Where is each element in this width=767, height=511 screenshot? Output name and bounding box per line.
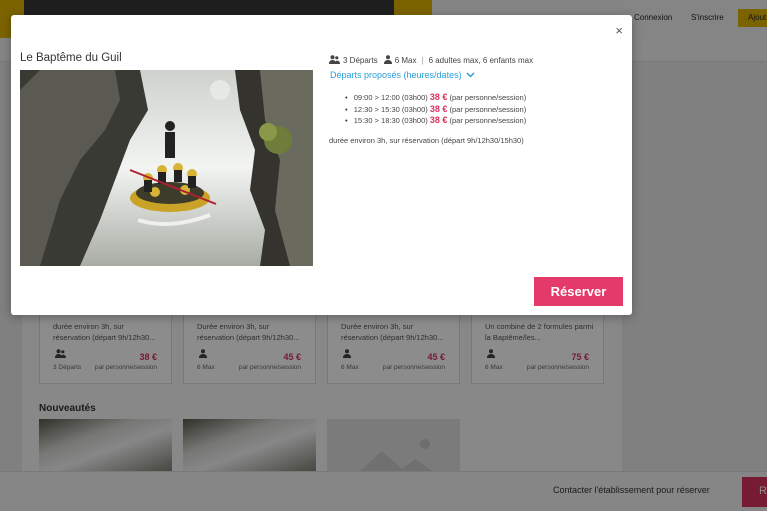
departs-dropdown-toggle[interactable]: Départs proposés (heures/dates) xyxy=(330,70,475,80)
departure-slot[interactable]: 12:30 > 15:30 (03h00) 38 € (par personne… xyxy=(345,104,526,116)
slot-price: 38 € xyxy=(429,115,448,125)
slot-price-unit: (par personne/session) xyxy=(449,116,527,125)
departure-slot[interactable]: 15:30 > 18:30 (03h00) 38 € (par personne… xyxy=(345,115,526,127)
activity-info-row: 3 Départs 6 Max | 6 adultes max, 6 enfan… xyxy=(329,55,533,66)
slot-time: 09:00 > 12:00 (03h00) xyxy=(353,93,428,102)
departs-count: 3 Départs xyxy=(343,56,378,65)
group-icon xyxy=(329,55,340,66)
max-participants: 6 Max xyxy=(394,56,417,65)
slot-time: 12:30 > 15:30 (03h00) xyxy=(353,104,428,114)
departure-slot[interactable]: 09:00 > 12:00 (03h00) 38 € (par personne… xyxy=(345,92,526,104)
chevron-down-icon xyxy=(466,70,475,80)
slot-price: 38 € xyxy=(429,92,448,102)
close-icon[interactable]: × xyxy=(615,23,623,38)
duration-note: durée environ 3h, sur réservation (dépar… xyxy=(329,136,524,145)
slot-time: 15:30 > 18:30 (03h00) xyxy=(353,116,428,125)
slot-price-unit: (par personne/session) xyxy=(449,104,527,114)
slot-price-unit: (par personne/session) xyxy=(449,93,527,102)
departs-link-label: Départs proposés (heures/dates) xyxy=(330,70,462,80)
reserve-button[interactable]: Réserver xyxy=(534,277,623,306)
rafting-photo xyxy=(20,70,313,266)
slot-price: 38 € xyxy=(429,103,448,114)
modal-title: Le Baptême du Guil xyxy=(20,52,122,64)
person-icon xyxy=(383,55,392,66)
separator: | xyxy=(421,56,424,65)
activity-modal: × Le Baptême du Guil 3 Départs 6 Max | 6… xyxy=(11,15,632,315)
capacity-details: 6 adultes max, 6 enfants max xyxy=(428,56,534,65)
departure-slots-list: 09:00 > 12:00 (03h00) 38 € (par personne… xyxy=(345,92,526,127)
